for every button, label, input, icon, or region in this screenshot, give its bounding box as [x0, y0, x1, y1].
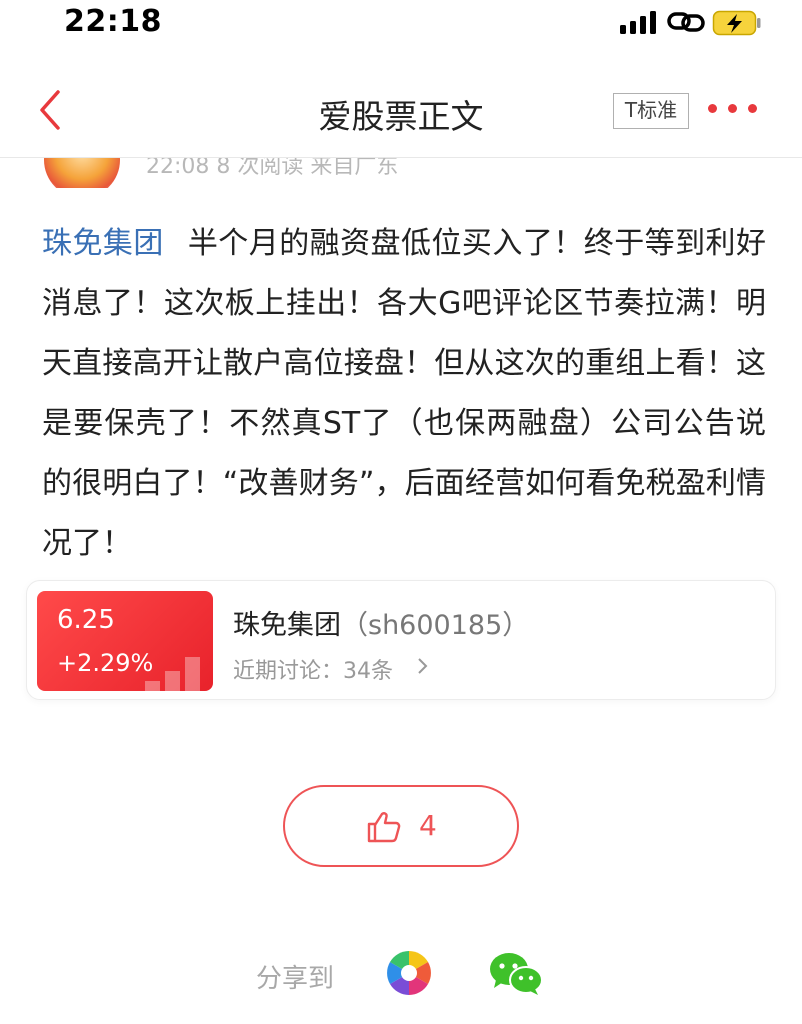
post-body: 珠免集团 半个月的融资盘低位买入了！终于等到利好消息了！这次板上挂出！各大G吧评论… [42, 214, 766, 574]
post-meta: 22:08 8 次阅读 来自广东 [146, 158, 399, 179]
status-time: 22:18 [64, 4, 162, 39]
battery-charging-icon [712, 10, 761, 36]
like-count: 4 [419, 809, 437, 842]
like-button[interactable]: 4 [283, 785, 519, 867]
nav-bar: 爱股票正文 T标准 [0, 62, 802, 158]
chevron-right-icon [418, 658, 428, 674]
share-label: 分享到 [256, 964, 335, 994]
stock-card[interactable]: 6.25 +2.29% 珠免集团（sh600185） 近期讨论：34条 [26, 580, 776, 700]
share-stock-app-icon[interactable] [386, 950, 432, 996]
price-box: 6.25 +2.29% [37, 591, 213, 691]
link-icon [667, 12, 705, 32]
status-bar: 22:18 [0, 0, 802, 48]
stock-name: 珠免集团（sh600185） [233, 610, 530, 641]
avatar[interactable] [44, 158, 120, 188]
author-row: 22:08 8 次阅读 来自广东 [0, 158, 802, 188]
stock-tag-link[interactable]: 珠免集团 [42, 226, 164, 261]
more-dots-icon[interactable] [708, 100, 758, 120]
post-text: 半个月的融资盘低位买入了！终于等到利好消息了！这次板上挂出！各大G吧评论区节奏拉… [42, 226, 767, 561]
stock-discussion-count: 近期讨论：34条 [233, 659, 393, 684]
stock-change: +2.29% [57, 649, 154, 677]
wechat-icon[interactable] [488, 950, 544, 998]
stock-code: （sh600185） [341, 610, 530, 641]
thumbs-up-icon [367, 812, 401, 843]
font-size-button[interactable]: T标准 [613, 93, 689, 129]
signal-icon [620, 10, 658, 34]
stock-price: 6.25 [57, 605, 115, 635]
